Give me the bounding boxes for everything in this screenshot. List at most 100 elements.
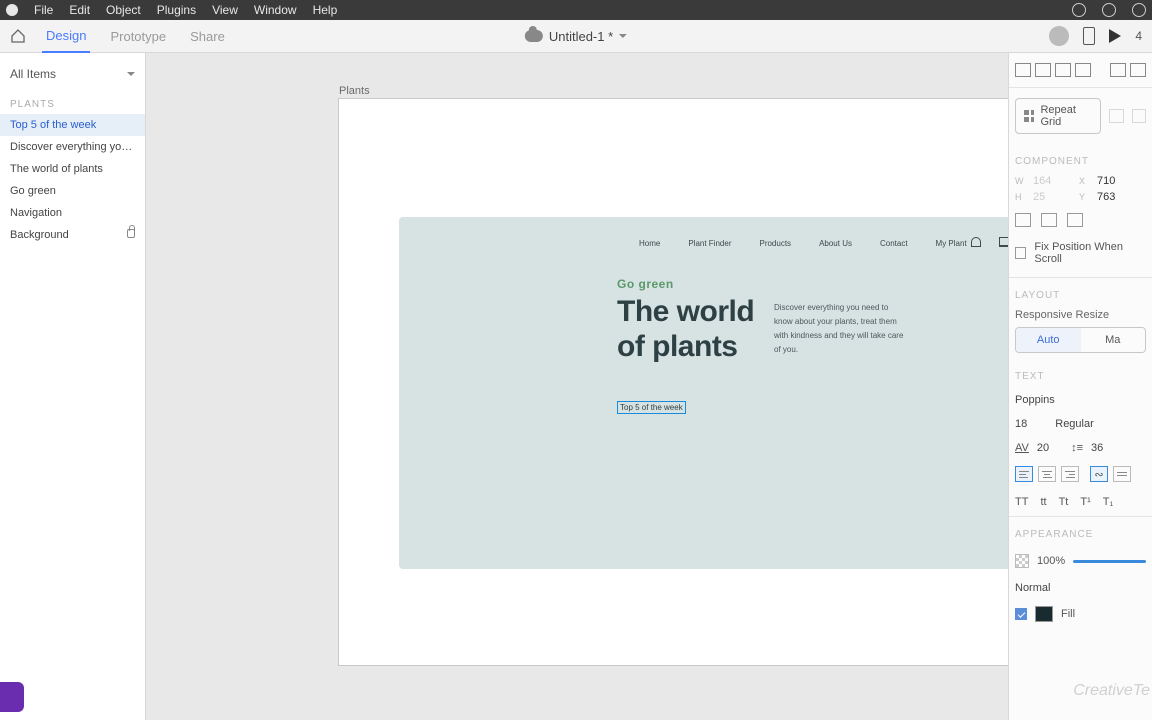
inspector-panel: Repeat Grid COMPONENT W164X710 H25Y763 F… (1008, 53, 1152, 720)
play-icon[interactable] (1109, 29, 1121, 43)
menu-file[interactable]: File (34, 3, 53, 17)
nav-link: Products (759, 239, 791, 248)
menu-window[interactable]: Window (254, 3, 297, 17)
home-icon[interactable] (10, 29, 26, 43)
chevron-down-icon[interactable] (127, 72, 135, 80)
mock-headline: The worldof plants (617, 295, 754, 364)
height-input[interactable]: 25 (1033, 191, 1073, 203)
layers-filter[interactable]: All Items (10, 67, 56, 81)
superscript-button[interactable]: T¹ (1080, 496, 1090, 508)
device-preview-icon[interactable] (1083, 27, 1095, 45)
align-center-icon[interactable] (1130, 63, 1146, 77)
align-bottom-icon[interactable] (1055, 63, 1071, 77)
selected-text-layer[interactable]: Top 5 of the week (617, 401, 686, 414)
artboard[interactable]: Home Plant Finder Products About Us Cont… (339, 99, 1008, 665)
font-family-input[interactable]: Poppins (1015, 394, 1055, 406)
text-area-icon[interactable] (1113, 466, 1131, 482)
user-icon (971, 237, 981, 247)
align-top-icon[interactable] (1015, 63, 1031, 77)
layer-item[interactable]: Navigation (0, 202, 145, 224)
lowercase-button[interactable]: tt (1040, 496, 1046, 508)
nav-link: Home (639, 239, 660, 248)
width-input[interactable]: 164 (1033, 175, 1073, 187)
nav-link: Contact (880, 239, 908, 248)
nav-link: About Us (819, 239, 852, 248)
lock-icon (127, 229, 135, 238)
tracking-input[interactable]: 20 (1037, 442, 1049, 454)
cart-icon (999, 237, 1008, 247)
artboard-label[interactable]: Plants (339, 85, 370, 97)
menu-plugins[interactable]: Plugins (157, 3, 196, 17)
tray-icon[interactable] (1132, 3, 1146, 17)
tab-share[interactable]: Share (186, 21, 229, 52)
resize-mode-segmented[interactable]: AutoMa (1015, 327, 1146, 353)
layer-item[interactable]: The world of plants (0, 158, 145, 180)
layers-section-title: PLANTS (0, 91, 145, 114)
boolean-icon[interactable] (1109, 109, 1123, 123)
font-weight-select[interactable]: Regular (1055, 418, 1094, 430)
align-left-icon[interactable] (1110, 63, 1126, 77)
uppercase-button[interactable]: TT (1015, 496, 1028, 508)
section-appearance: APPEARANCE (1009, 516, 1152, 546)
nav-link: My Plant (936, 239, 967, 248)
canvas[interactable]: Plants Home Plant Finder Products About … (146, 53, 1008, 720)
chevron-down-icon[interactable] (619, 34, 627, 42)
boolean-icon[interactable] (1132, 109, 1146, 123)
x-input[interactable]: 710 (1097, 175, 1137, 187)
font-size-input[interactable]: 18 (1015, 418, 1027, 430)
resize-manual[interactable]: Ma (1081, 328, 1146, 352)
watermark: CreativeTe (1073, 682, 1150, 700)
responsive-resize-label: Responsive Resize (1009, 307, 1152, 321)
grid-icon (1024, 110, 1034, 122)
rotate-icon[interactable] (1067, 213, 1083, 227)
mock-nav: Home Plant Finder Products About Us Cont… (639, 239, 967, 248)
layer-item[interactable]: Top 5 of the week (0, 114, 145, 136)
titlecase-button[interactable]: Tt (1059, 496, 1069, 508)
nav-link: Plant Finder (688, 239, 731, 248)
text-point-icon[interactable]: ∾ (1090, 466, 1108, 482)
flip-h-icon[interactable] (1015, 213, 1031, 227)
mockup-hero[interactable]: Home Plant Finder Products About Us Cont… (399, 217, 1008, 569)
fill-checkbox[interactable] (1015, 608, 1027, 620)
align-middle-icon[interactable] (1035, 63, 1051, 77)
resize-auto[interactable]: Auto (1016, 328, 1081, 352)
flip-v-icon[interactable] (1041, 213, 1057, 227)
distribute-v-icon[interactable] (1075, 63, 1091, 77)
layer-item[interactable]: Discover everything you n... (0, 136, 145, 158)
layer-item[interactable]: Go green (0, 180, 145, 202)
section-text: TEXT (1009, 359, 1152, 388)
leading-icon: ↕≡ (1071, 442, 1083, 454)
menu-edit[interactable]: Edit (69, 3, 90, 17)
y-input[interactable]: 763 (1097, 191, 1137, 203)
menu-help[interactable]: Help (313, 3, 338, 17)
app-window: Design Prototype Share Untitled-1 * 4 Al… (0, 20, 1152, 720)
menu-view[interactable]: View (212, 3, 238, 17)
fill-swatch[interactable] (1035, 606, 1053, 622)
opacity-value[interactable]: 100% (1037, 555, 1065, 567)
layer-item[interactable]: Background (0, 224, 145, 246)
zoom-value[interactable]: 4 (1135, 29, 1142, 43)
fix-position-checkbox[interactable] (1015, 247, 1026, 259)
tab-design[interactable]: Design (42, 20, 90, 53)
text-align-left-icon[interactable] (1015, 466, 1033, 482)
leading-input[interactable]: 36 (1091, 442, 1103, 454)
mac-menubar: File Edit Object Plugins View Window Hel… (0, 0, 1152, 20)
app-toolbar: Design Prototype Share Untitled-1 * 4 (0, 20, 1152, 53)
section-component: COMPONENT (1009, 144, 1152, 173)
tray-icon[interactable] (1102, 3, 1116, 17)
fill-label: Fill (1061, 608, 1075, 620)
text-align-right-icon[interactable] (1061, 466, 1079, 482)
tray-icon[interactable] (1072, 3, 1086, 17)
dock-app-icon[interactable] (0, 682, 24, 712)
document-title[interactable]: Untitled-1 * (549, 29, 613, 44)
mock-description: Discover everything you need to know abo… (774, 301, 904, 357)
avatar[interactable] (1049, 26, 1069, 46)
tab-prototype[interactable]: Prototype (106, 21, 170, 52)
fix-position-label: Fix Position When Scroll (1034, 241, 1146, 265)
opacity-slider[interactable] (1073, 560, 1146, 563)
subscript-button[interactable]: T₁ (1103, 496, 1113, 508)
text-align-center-icon[interactable] (1038, 466, 1056, 482)
blend-mode-select[interactable]: Normal (1015, 582, 1050, 594)
menu-object[interactable]: Object (106, 3, 141, 17)
repeat-grid-button[interactable]: Repeat Grid (1015, 98, 1101, 134)
